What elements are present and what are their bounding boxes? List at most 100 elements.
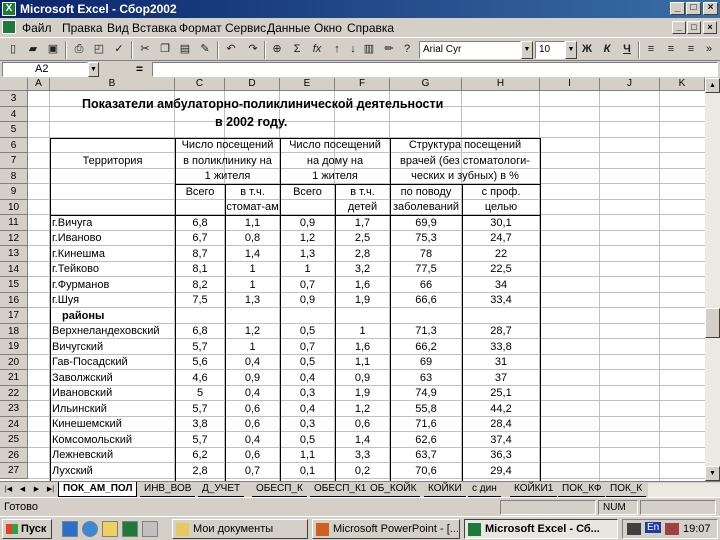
territory-cell[interactable]: Ивановский	[50, 386, 175, 400]
sheet-tab[interactable]: ПОК_К	[606, 482, 647, 497]
value-cell[interactable]: 37,4	[462, 433, 540, 447]
select-all-corner[interactable]	[0, 78, 28, 91]
value-cell[interactable]: 1,3	[280, 247, 335, 261]
excel-app-icon[interactable]: X	[2, 2, 16, 16]
bold-button[interactable]: Ж	[578, 41, 596, 59]
territory-cell[interactable]: Ильинский	[50, 402, 175, 416]
column-header[interactable]: H	[462, 78, 540, 91]
value-cell[interactable]: 0,4	[280, 402, 335, 416]
value-cell[interactable]: 55,8	[390, 402, 462, 416]
territory-cell[interactable]: г.Кинешма	[50, 247, 175, 261]
value-cell[interactable]: 0,6	[225, 448, 280, 462]
row-header[interactable]: 14	[0, 261, 28, 277]
territory-cell[interactable]: Верхнеландеховский	[50, 324, 175, 338]
menu-view[interactable]: Вид	[107, 21, 129, 35]
value-cell[interactable]: 5,7	[175, 402, 225, 416]
row-header[interactable]: 24	[0, 416, 28, 432]
column-header[interactable]: A	[28, 78, 50, 91]
value-cell[interactable]: 1,4	[225, 247, 280, 261]
outlook-icon[interactable]	[102, 521, 118, 537]
value-cell[interactable]: 22	[462, 247, 540, 261]
value-cell[interactable]: 29,4	[462, 464, 540, 478]
align-right-icon[interactable]: ≡	[682, 41, 700, 59]
column-header[interactable]: C	[175, 78, 225, 91]
sheet-tab[interactable]: ОБЕСП_К	[252, 482, 307, 497]
value-cell[interactable]: 6,2	[175, 448, 225, 462]
preview-icon[interactable]: ◰	[90, 41, 108, 59]
task-powerpoint[interactable]: Microsoft PowerPoint - [...	[312, 519, 460, 539]
formula-input[interactable]	[152, 62, 718, 77]
value-cell[interactable]: 3,3	[335, 448, 390, 462]
territory-cell[interactable]: г.Вичуга	[50, 216, 175, 230]
value-cell[interactable]: 69	[390, 355, 462, 369]
value-cell[interactable]: 5,7	[175, 433, 225, 447]
value-cell[interactable]: 62,6	[390, 433, 462, 447]
value-cell[interactable]: 0,7	[225, 464, 280, 478]
scroll-down-icon[interactable]: ▼	[705, 466, 720, 481]
prev-sheet-icon[interactable]: ◀	[16, 483, 29, 496]
row-header[interactable]: 19	[0, 339, 28, 355]
horizontal-scrollbar[interactable]	[648, 483, 720, 497]
value-cell[interactable]: 1,1	[280, 448, 335, 462]
value-cell[interactable]: 28,4	[462, 417, 540, 431]
new-icon[interactable]: ▯	[4, 41, 22, 59]
value-cell[interactable]: 1,6	[335, 340, 390, 354]
menu-window[interactable]: Окно	[314, 21, 342, 35]
value-cell[interactable]: 0,6	[225, 402, 280, 416]
menu-edit[interactable]: Правка	[62, 21, 103, 35]
value-cell[interactable]: 44,2	[462, 402, 540, 416]
sheet-tab[interactable]: Д_УЧЕТ	[198, 482, 245, 497]
speaker-icon[interactable]	[627, 523, 641, 535]
value-cell[interactable]: 1,1	[335, 355, 390, 369]
row-header[interactable]: 23	[0, 401, 28, 417]
territory-cell[interactable]: Вичугский	[50, 340, 175, 354]
excel-quicklaunch-icon[interactable]	[122, 521, 138, 537]
column-header[interactable]: J	[600, 78, 660, 91]
row-header[interactable]: 12	[0, 230, 28, 246]
row-header[interactable]: 20	[0, 354, 28, 370]
doc-restore-icon[interactable]: □	[687, 21, 701, 34]
format-painter-icon[interactable]: ✎	[196, 41, 214, 59]
function-icon[interactable]: fx	[308, 41, 326, 59]
value-cell[interactable]: 3,8	[175, 417, 225, 431]
column-header[interactable]: F	[335, 78, 390, 91]
value-cell[interactable]: 0,7	[280, 278, 335, 292]
task-excel[interactable]: Microsoft Excel - Сб...	[464, 519, 618, 539]
value-cell[interactable]: 1,6	[335, 278, 390, 292]
value-cell[interactable]: 0,3	[280, 386, 335, 400]
scroll-thumb[interactable]	[705, 308, 720, 338]
row-header[interactable]: 4	[0, 106, 28, 122]
value-cell[interactable]: 0,5	[280, 433, 335, 447]
territory-cell[interactable]: Кинешемский	[50, 417, 175, 431]
territory-cell[interactable]: г.Тейково	[50, 262, 175, 276]
autosum-icon[interactable]: Σ	[288, 41, 306, 59]
row-header[interactable]: 26	[0, 447, 28, 463]
value-cell[interactable]: 0,4	[225, 433, 280, 447]
value-cell[interactable]: 1	[225, 278, 280, 292]
territory-cell[interactable]: Гав-Посадский	[50, 355, 175, 369]
value-cell[interactable]: 0,3	[280, 417, 335, 431]
language-indicator[interactable]: En	[645, 522, 662, 533]
value-cell[interactable]: 28,7	[462, 324, 540, 338]
value-cell[interactable]: 5,6	[175, 355, 225, 369]
value-cell[interactable]: 8,1	[175, 262, 225, 276]
column-header[interactable]: K	[660, 78, 705, 91]
next-sheet-icon[interactable]: ▶	[30, 483, 43, 496]
menu-help[interactable]: Справка	[347, 21, 394, 35]
value-cell[interactable]: 22,5	[462, 262, 540, 276]
row-header[interactable]: 16	[0, 292, 28, 308]
doc-minimize-icon[interactable]: _	[672, 21, 686, 34]
chart-wizard-icon[interactable]: ▥	[360, 41, 378, 59]
toolbar-more-icon[interactable]: »	[700, 41, 718, 59]
desktop-icon[interactable]	[62, 521, 78, 537]
sheet-tab[interactable]: ПОК_АМ_ПОЛ	[58, 482, 138, 497]
value-cell[interactable]: 1	[280, 262, 335, 276]
value-cell[interactable]: 0,9	[280, 293, 335, 307]
value-cell[interactable]: 63	[390, 371, 462, 385]
tray-app-icon[interactable]	[665, 523, 679, 535]
row-header[interactable]: 15	[0, 277, 28, 293]
value-cell[interactable]: 1,2	[225, 324, 280, 338]
value-cell[interactable]: 1,2	[335, 402, 390, 416]
value-cell[interactable]: 0,4	[225, 386, 280, 400]
ie-icon[interactable]	[82, 521, 98, 537]
